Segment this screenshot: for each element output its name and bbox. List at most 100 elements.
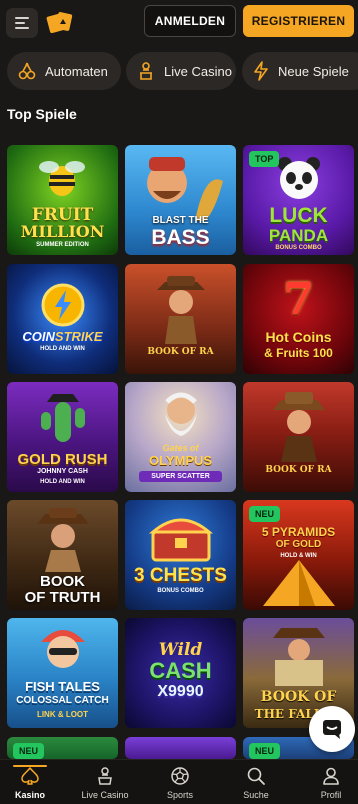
game-title: Gates of xyxy=(162,443,199,453)
game-tile[interactable]: 7 Hot Coins & Fruits 100 xyxy=(243,264,354,374)
hamburger-icon[interactable] xyxy=(6,8,38,38)
zeus-icon xyxy=(165,392,197,436)
game-tile[interactable]: BLAST THE BASS xyxy=(125,145,236,255)
explorer-icon xyxy=(273,392,325,462)
game-subtitle: COLOSSAL CATCH xyxy=(16,695,109,706)
game-subtitle: PANDA xyxy=(268,226,329,245)
game-tile[interactable]: COINSTRIKE HOLD AND WIN xyxy=(7,264,118,374)
game-title: Hot Coins xyxy=(265,329,332,345)
nav-search[interactable]: Suche xyxy=(221,766,291,800)
new-badge: NEU xyxy=(249,743,281,759)
panda-icon xyxy=(278,157,320,199)
soccer-ball-icon xyxy=(171,767,189,785)
game-title: BOOK xyxy=(40,573,85,590)
nav-label: Kasino xyxy=(14,790,45,800)
game-tile[interactable]: Wild CASH X9990 xyxy=(125,618,236,728)
game-subtitle: MILLION xyxy=(20,222,105,241)
category-live-casino[interactable]: Live Casino xyxy=(126,52,236,90)
game-title: COINSTRIKE xyxy=(22,329,103,344)
bottom-navigation: Kasino Live Casino Sports Suche Profil xyxy=(0,759,358,804)
explorer-icon xyxy=(157,276,205,344)
chat-icon xyxy=(323,720,341,739)
category-automaten[interactable]: Automaten xyxy=(7,52,121,90)
nav-live-casino[interactable]: Live Casino xyxy=(70,766,140,800)
game-subtitle: OLYMPUS xyxy=(148,453,213,468)
game-tile[interactable] xyxy=(125,737,236,759)
game-tag: SUPER SCATTER xyxy=(139,471,222,482)
dealer-icon xyxy=(140,62,152,80)
nav-label: Live Casino xyxy=(81,790,129,800)
seven-icon: 7 xyxy=(283,274,314,325)
game-tile[interactable]: Gates of OLYMPUS SUPER SCATTER xyxy=(125,382,236,492)
game-tag: BONUS COMBO xyxy=(275,245,322,251)
pyramid-icon xyxy=(263,560,335,606)
category-neue-spiele[interactable]: Neue Spiele xyxy=(242,52,358,90)
explorer-icon xyxy=(37,508,89,572)
new-badge: NEU xyxy=(13,743,45,759)
nav-sports[interactable]: Sports xyxy=(145,766,215,800)
category-label: Live Casino xyxy=(164,63,232,79)
game-tag: LINK & LOOT xyxy=(36,710,89,719)
nav-label: Sports xyxy=(166,790,193,800)
coin-icon xyxy=(41,283,85,327)
game-tile[interactable]: NEU 5 PYRAMIDS OF GOLD HOLD & WIN xyxy=(243,500,354,610)
game-title: BOOK OF RA xyxy=(265,465,332,475)
game-tile[interactable]: BOOK OF RA xyxy=(243,382,354,492)
game-tag: X9990 xyxy=(157,683,204,700)
game-tile[interactable]: FRUIT MILLION SUMMER EDITION xyxy=(7,145,118,255)
user-icon xyxy=(323,767,339,785)
game-subtitle: & Fruits 100 xyxy=(264,346,333,360)
nav-profile[interactable]: Profil xyxy=(296,766,358,800)
game-title: BOOK OF RA xyxy=(147,347,214,357)
cherries-icon xyxy=(18,62,36,80)
game-subtitle: JOHNNY CASH xyxy=(37,468,88,475)
game-title: 5 PYRAMIDS xyxy=(261,525,336,539)
game-tile[interactable]: GOLD RUSH JOHNNY CASH HOLD AND WIN xyxy=(7,382,118,492)
game-tile[interactable]: TOP LUCK PANDA BONUS COMBO xyxy=(243,145,354,255)
bee-icon xyxy=(39,161,85,196)
treasure-chest-icon xyxy=(148,518,214,562)
top-header: ANMELDEN REGISTRIEREN xyxy=(0,0,358,46)
register-button[interactable]: REGISTRIEREN xyxy=(243,5,354,37)
game-subtitle: BONUS COMBO xyxy=(157,588,204,594)
nav-label: Suche xyxy=(243,790,269,800)
game-tag: HOLD & WIN xyxy=(280,553,317,559)
game-tile[interactable]: FISH TALES COLOSSAL CATCH LINK & LOOT xyxy=(7,618,118,728)
chat-button[interactable] xyxy=(309,706,355,752)
game-tile[interactable]: BOOK OF RA xyxy=(125,264,236,374)
top-badge: TOP xyxy=(249,151,280,167)
game-tile[interactable]: NEU xyxy=(7,737,118,759)
new-badge: NEU xyxy=(249,506,281,522)
game-tile[interactable]: 3 CHESTS BONUS COMBO xyxy=(125,500,236,610)
game-title: BOOK OF xyxy=(260,689,337,705)
section-title: Top Spiele xyxy=(7,106,77,122)
game-title: 3 CHESTS xyxy=(134,565,227,586)
game-tag: SUMMER EDITION xyxy=(36,242,89,248)
category-label: Neue Spiele xyxy=(278,63,349,79)
game-tag: HOLD AND WIN xyxy=(40,479,85,485)
game-subtitle: OF TRUTH xyxy=(24,589,101,606)
login-button[interactable]: ANMELDEN xyxy=(144,5,236,37)
spade-icon xyxy=(21,767,39,785)
game-title: Wild xyxy=(158,640,203,660)
game-title: BLAST THE xyxy=(152,215,209,226)
nav-kasino[interactable]: Kasino xyxy=(0,765,65,800)
search-icon xyxy=(247,767,265,785)
lightning-icon xyxy=(254,61,268,81)
nav-label: Profil xyxy=(320,790,342,800)
fisherman-icon xyxy=(147,157,223,221)
explorer-icon xyxy=(273,628,325,686)
cards-logo[interactable] xyxy=(46,11,74,33)
category-label: Automaten xyxy=(45,63,108,79)
game-subtitle: CASH xyxy=(149,658,212,683)
game-title: FISH TALES xyxy=(25,679,100,694)
game-title: LUCK xyxy=(269,204,328,227)
category-bar: Automaten Live Casino Neue Spiele xyxy=(0,52,358,90)
dealer-icon xyxy=(98,767,112,785)
game-subtitle: OF GOLD xyxy=(275,539,322,550)
game-tag: HOLD AND WIN xyxy=(40,346,85,352)
game-subtitle: BASS xyxy=(151,226,210,249)
active-indicator xyxy=(13,765,47,767)
game-tile[interactable]: BOOK OF TRUTH xyxy=(7,500,118,610)
game-title: GOLD RUSH xyxy=(17,451,108,468)
